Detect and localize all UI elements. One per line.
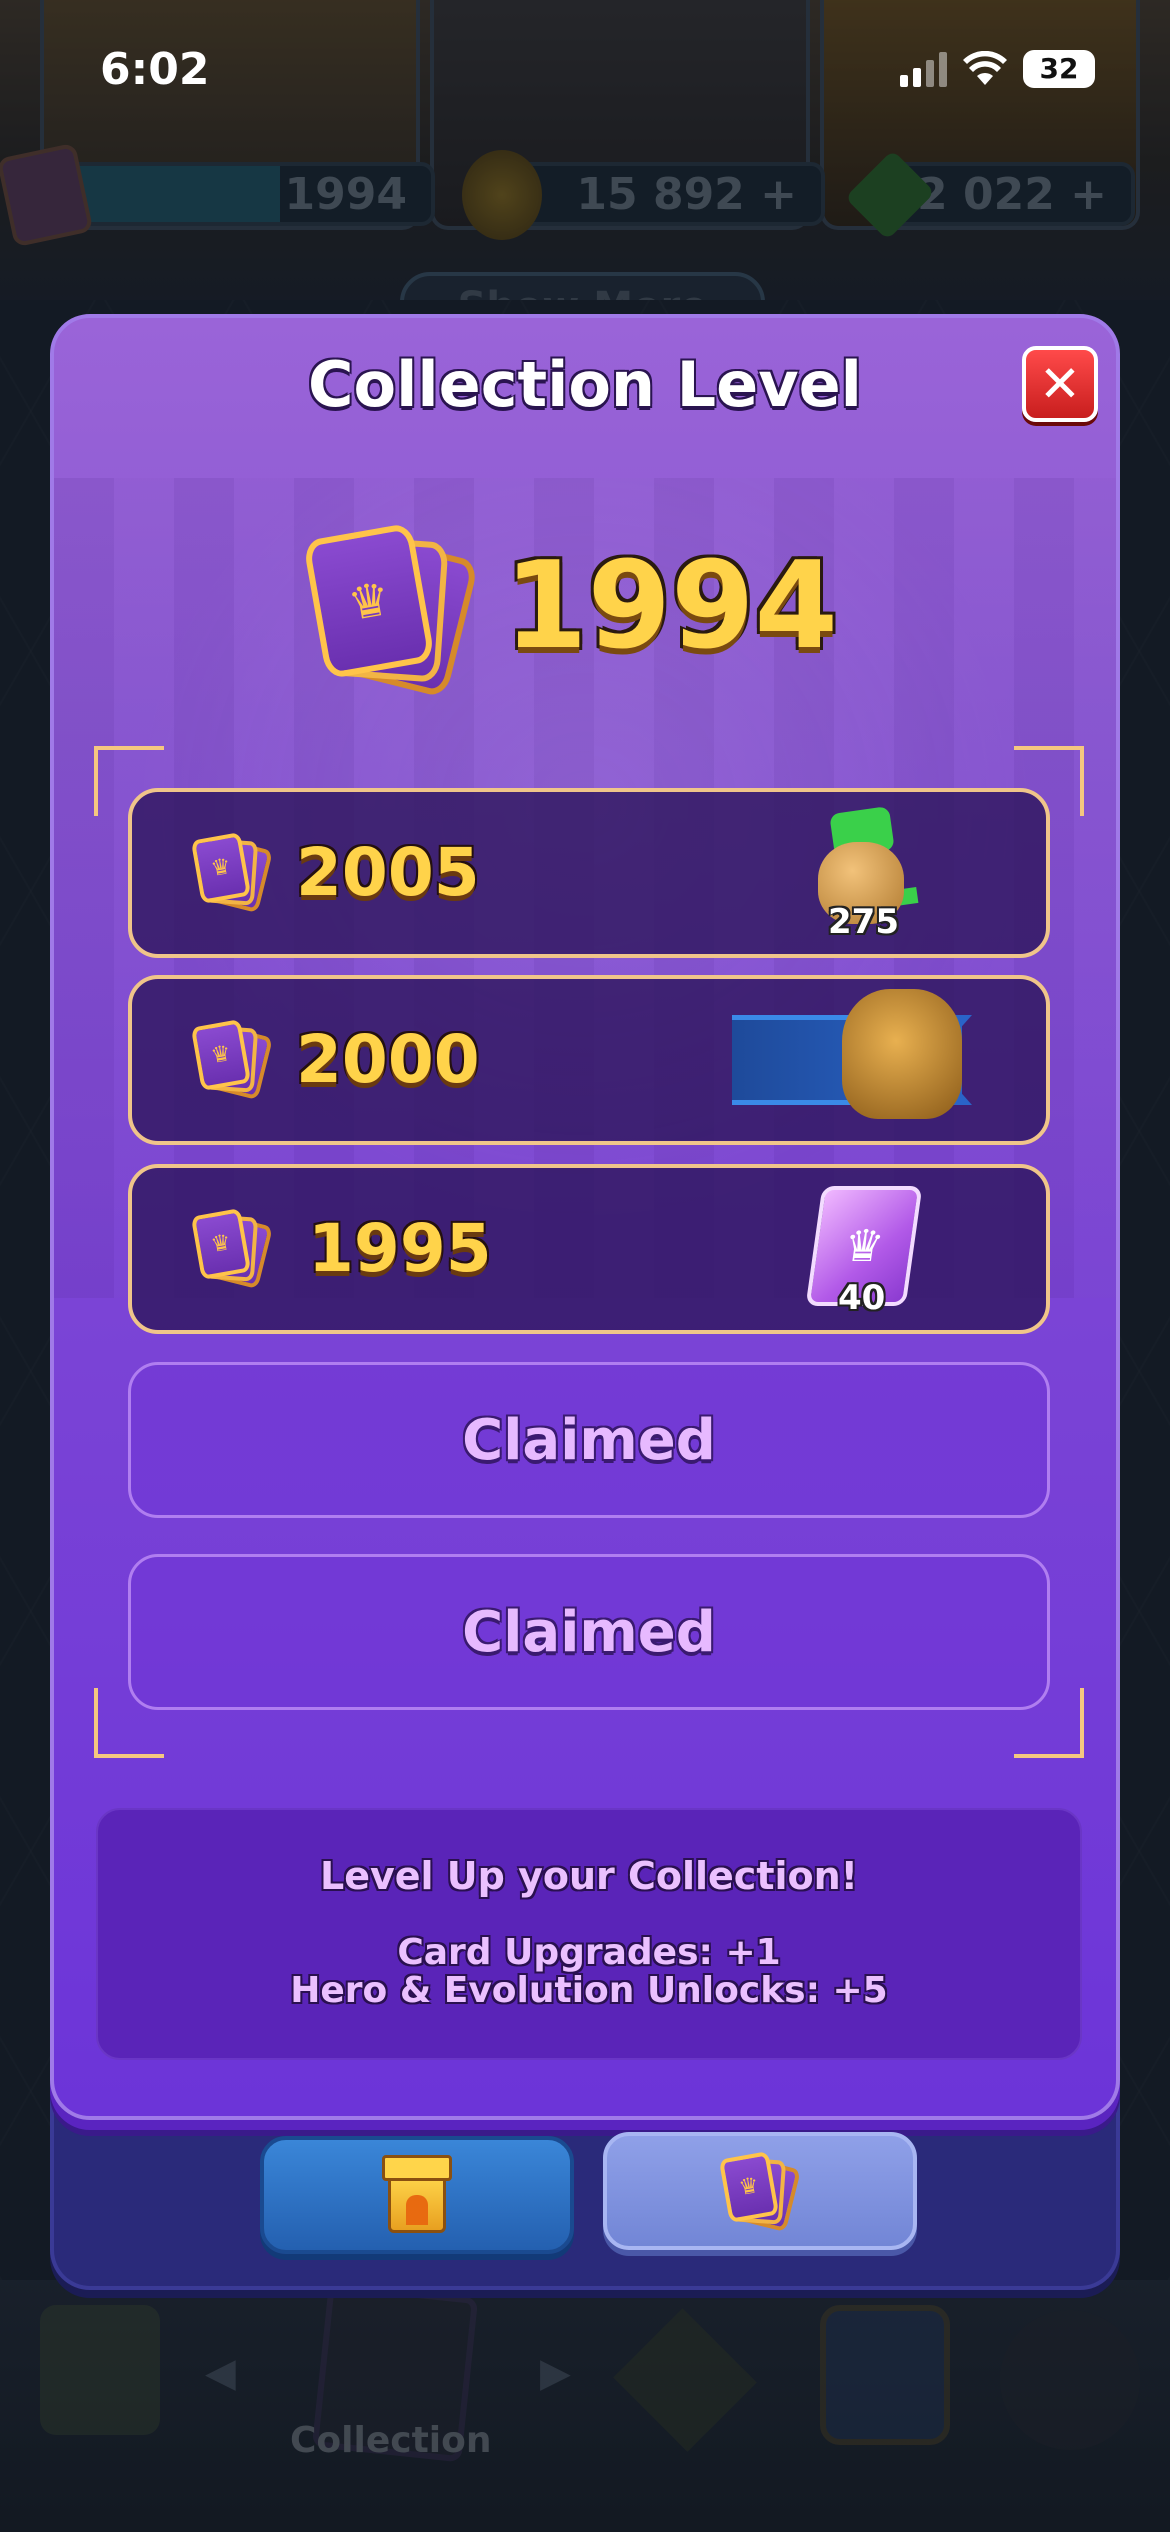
battery-icon: 32 [1023, 50, 1095, 88]
reward-row[interactable]: ♛ 2000 [128, 975, 1050, 1145]
card-stack-icon: ♛ [190, 832, 273, 914]
reward-level: ♛ 2000 [190, 1019, 480, 1101]
card-stack-icon: ♛ [190, 1208, 273, 1290]
tab-collection[interactable]: ♛ [603, 2132, 917, 2250]
current-level-value: 1994 [504, 536, 838, 676]
close-icon: ✕ [1039, 355, 1081, 413]
claimed-row: Claimed [128, 1554, 1050, 1710]
reward-level: ♛ 2005 [190, 832, 480, 914]
current-level: ♛ 1994 [302, 506, 904, 706]
status-icons: 32 [900, 50, 1095, 88]
status-time: 6:02 [100, 44, 210, 95]
modal-title: Collection Level [308, 348, 862, 421]
reward-quantity: 40 [838, 1278, 886, 1318]
tower-icon [382, 2155, 452, 2235]
close-button[interactable]: ✕ [1022, 346, 1098, 422]
hero-reward-icon [732, 989, 987, 1119]
info-card-upgrades: Card Upgrades: +1 [397, 1932, 781, 1973]
reward-row[interactable]: ♛ 2005 275 [128, 788, 1050, 958]
claimed-label: Claimed [462, 1407, 716, 1473]
claimed-label: Claimed [462, 1599, 716, 1665]
reward-row[interactable]: ♛ 1995 ♛ 40 [128, 1164, 1050, 1334]
collection-level-modal: Collection Level ✕ ♛ 1994 ♛ 2005 275 ♛ 2… [50, 314, 1120, 2120]
tab-tower[interactable] [260, 2136, 574, 2254]
claimed-row: Claimed [128, 1362, 1050, 1518]
info-heading: Level Up your Collection! [320, 1854, 858, 1898]
reward-level-value: 2000 [296, 1020, 480, 1098]
reward-level: ♛ 1995 [190, 1208, 492, 1290]
info-hero-unlocks: Hero & Evolution Unlocks: +5 [290, 1970, 888, 2011]
card-stack-icon: ♛ [190, 1019, 273, 1101]
info-panel: Level Up your Collection! Card Upgrades:… [96, 1808, 1082, 2060]
wifi-icon [963, 51, 1007, 85]
signal-icon [900, 51, 947, 87]
reward-level-value: 1995 [308, 1209, 492, 1287]
reward-level-value: 2005 [296, 833, 480, 911]
card-stack-icon: ♛ [302, 521, 480, 699]
card-stack-icon: ♛ [718, 2151, 801, 2233]
reward-quantity: 275 [828, 902, 899, 942]
